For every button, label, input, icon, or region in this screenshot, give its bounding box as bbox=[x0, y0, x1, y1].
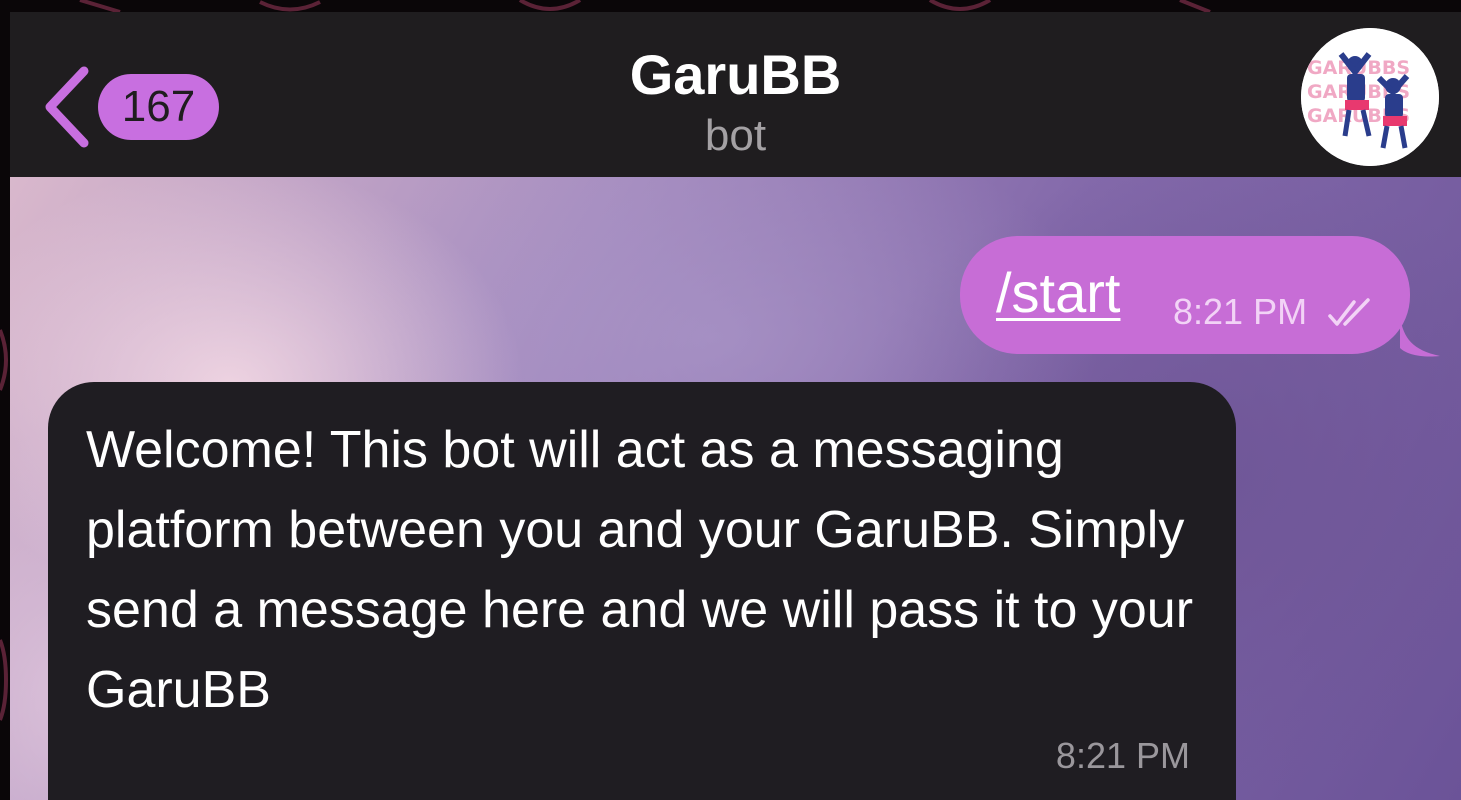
incoming-message[interactable]: Welcome! This bot will act as a messagin… bbox=[48, 382, 1236, 800]
outgoing-message[interactable]: /start 8:21 PM bbox=[960, 236, 1410, 354]
chat-title: GaruBB bbox=[629, 43, 842, 106]
bot-avatar[interactable]: GARUBBS GARUBBS GARUBBS bbox=[1301, 28, 1439, 166]
outgoing-message-time: 8:21 PM bbox=[1173, 291, 1308, 332]
incoming-message-time: 8:21 PM bbox=[1055, 735, 1190, 776]
chat-header: 167 GaruBB bot bbox=[10, 12, 1461, 177]
telegram-chat-screen: 167 GaruBB bot GARUBBS GARUBBS GARUBBS bbox=[0, 0, 1461, 800]
chat-title-block[interactable]: GaruBB bot bbox=[10, 42, 1461, 164]
garubbs-logo-image: GARUBBS GARUBBS GARUBBS bbox=[1301, 28, 1439, 166]
outgoing-bubble-tail bbox=[1400, 318, 1440, 357]
outgoing-message-text[interactable]: /start bbox=[996, 260, 1120, 326]
double-check-icon bbox=[1328, 298, 1370, 326]
incoming-message-text: Welcome! This bot will act as a messagin… bbox=[86, 421, 1194, 719]
chat-subtitle: bot bbox=[704, 111, 767, 160]
